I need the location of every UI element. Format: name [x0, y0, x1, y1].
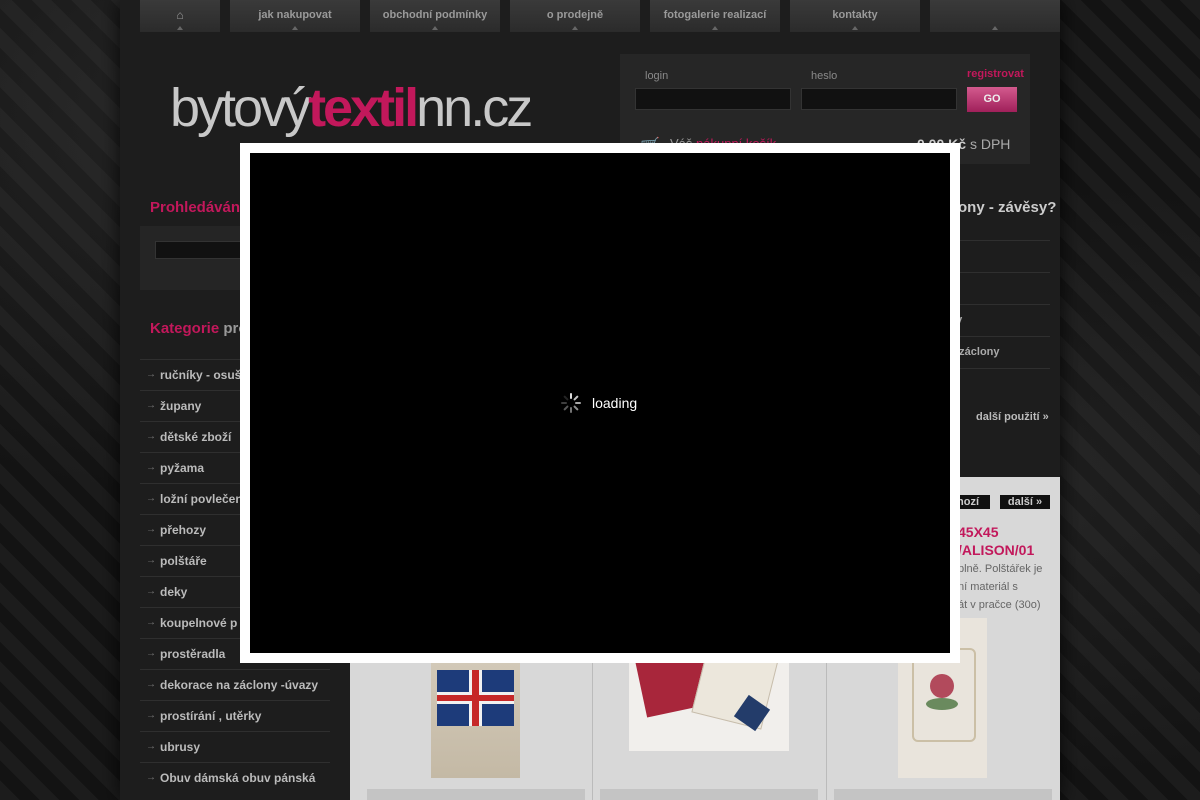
login-go-button[interactable]: GO	[967, 87, 1017, 112]
embroidery-leaves	[926, 698, 958, 710]
loading-indicator: loading	[560, 392, 637, 414]
arrow-right-icon: →	[146, 772, 156, 783]
embroidery-rose	[930, 674, 954, 698]
category-label[interactable]: prostírání , utěrky	[160, 709, 261, 723]
logo-part-3: nn.cz	[416, 78, 533, 138]
arrow-right-icon: →	[146, 710, 156, 721]
arrow-right-icon: →	[146, 369, 156, 380]
category-label[interactable]: župany	[160, 399, 201, 413]
nav-fotogalerie[interactable]: fotogalerie realizací	[650, 0, 780, 32]
nav-home[interactable]: ⌂	[140, 0, 220, 32]
product-title[interactable]: 45X45 /ALISON/01	[958, 523, 1034, 559]
category-label[interactable]: ložní povlečen	[160, 492, 243, 506]
category-item[interactable]: → dekorace na záclony -úvazy	[140, 669, 330, 700]
category-item[interactable]: → Obuv dámská obuv pánská	[140, 762, 330, 793]
categories-title: Kategorie pro	[150, 320, 248, 337]
flag-shape	[437, 670, 514, 726]
category-label[interactable]: dekorace na záclony -úvazy	[160, 678, 318, 692]
logo-part-2: textil	[308, 78, 419, 138]
product-description: plně. Polštářek je ní materiál s át v pr…	[958, 560, 1042, 614]
product-bar	[600, 789, 818, 800]
arrow-right-icon: →	[146, 524, 156, 535]
category-label[interactable]: Obuv dámská obuv pánská	[160, 771, 315, 785]
nav-jak-nakupovat[interactable]: jak nakupovat	[230, 0, 360, 32]
more-uses-link[interactable]: další použití »	[976, 411, 1049, 423]
category-label[interactable]: deky	[160, 585, 187, 599]
nav-empty	[930, 0, 1060, 32]
next-button[interactable]: další »	[1000, 495, 1050, 509]
arrow-right-icon: →	[146, 400, 156, 411]
home-icon: ⌂	[176, 8, 184, 22]
product-desc-line: ní materiál s	[958, 581, 1018, 593]
categories-title-highlight: Kategorie	[150, 320, 220, 337]
category-item[interactable]: → ubrusy	[140, 731, 330, 762]
category-label[interactable]: přehozy	[160, 523, 206, 537]
category-label[interactable]: ručníky - osuš	[160, 368, 241, 382]
right-section-title: ony - závěsy?	[958, 199, 1057, 216]
nav-kontakty[interactable]: kontakty	[790, 0, 920, 32]
login-label: login	[645, 70, 669, 82]
arrow-right-icon: →	[146, 617, 156, 628]
password-label: heslo	[811, 70, 838, 82]
arrow-right-icon: →	[146, 648, 156, 659]
arrow-right-icon: →	[146, 741, 156, 752]
cart-price-suffix: s DPH	[969, 136, 1011, 152]
login-input[interactable]	[635, 88, 791, 110]
arrow-right-icon: →	[146, 679, 156, 690]
logo-part-1: bytový	[170, 78, 311, 138]
loading-text: loading	[592, 395, 638, 411]
product-desc-line: plně. Polštářek je	[958, 563, 1043, 575]
category-label[interactable]: pyžama	[160, 461, 204, 475]
category-label[interactable]: ubrusy	[160, 740, 200, 754]
product-bar	[367, 789, 585, 800]
nav-o-prodejne[interactable]: o prodejně	[510, 0, 640, 32]
register-link[interactable]: registrovat	[967, 68, 1024, 80]
password-input[interactable]	[801, 88, 957, 110]
product-bar	[834, 789, 1052, 800]
arrow-right-icon: →	[146, 431, 156, 442]
category-label[interactable]: prostěradla	[160, 647, 225, 661]
nav-obchodni-podminky[interactable]: obchodní podmínky	[370, 0, 500, 32]
category-label[interactable]: dětské zboží	[160, 430, 231, 444]
arrow-right-icon: →	[146, 555, 156, 566]
arrow-right-icon: →	[146, 462, 156, 473]
arrow-right-icon: →	[146, 493, 156, 504]
loading-spinner-icon	[560, 392, 582, 414]
category-item[interactable]: → prostírání , utěrky	[140, 700, 330, 731]
arrow-right-icon: →	[146, 586, 156, 597]
search-title: Prohledávání	[150, 199, 245, 216]
category-label[interactable]: koupelnové p	[160, 616, 237, 630]
site-logo[interactable]: bytovýtextilnn.cz	[170, 78, 533, 138]
product-desc-line: át v pračce (30o)	[958, 599, 1041, 611]
category-label[interactable]: polštáře	[160, 554, 207, 568]
